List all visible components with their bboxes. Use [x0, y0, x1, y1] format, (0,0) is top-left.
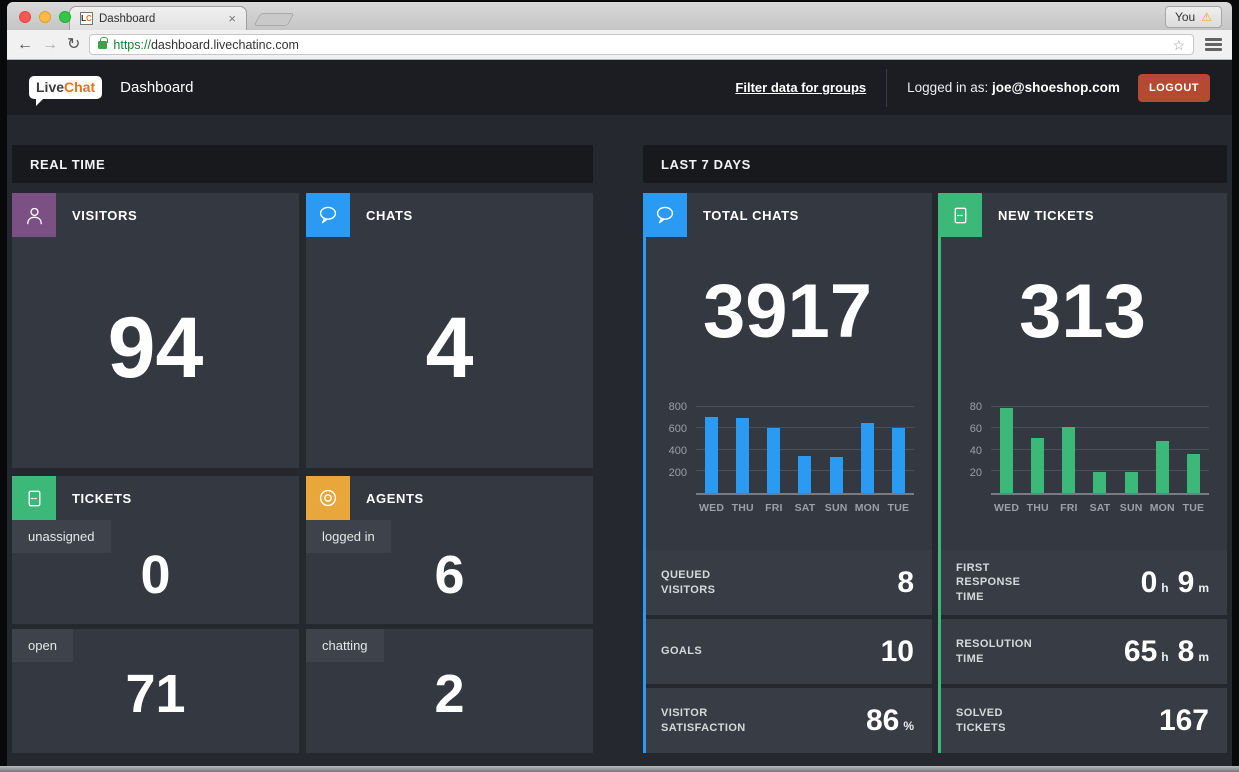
- agents-label: AGENTS: [366, 491, 424, 506]
- desktop: LC Dashboard × You ⚠ ← → ↻ https:// dash…: [0, 0, 1239, 772]
- chats-label: CHATS: [366, 208, 413, 223]
- first-response-time-row: FIRST RESPONSE TIME 0h9m: [938, 550, 1227, 615]
- new-tab-button[interactable]: [254, 13, 295, 26]
- browser-tab-dashboard[interactable]: LC Dashboard ×: [69, 6, 247, 30]
- new-tickets-label: NEW TICKETS: [998, 208, 1094, 223]
- url-host: dashboard.livechatinc.com: [151, 38, 299, 52]
- agents-loggedin-card: logged in 6: [306, 520, 593, 624]
- filter-groups-link[interactable]: Filter data for groups: [735, 80, 866, 95]
- header-divider: [886, 69, 887, 107]
- agents-tile: AGENTS logged in 6 chatting 2: [306, 476, 593, 753]
- agents-loggedin-count: 6: [306, 520, 593, 624]
- last7days-section: LAST 7 DAYS TOTAL CHATS 3917: [643, 145, 1227, 766]
- new-tickets-tile: NEW TICKETS 313 20406080 WEDTHUFRISATSUN…: [938, 193, 1227, 753]
- tickets-unassigned-card: unassigned 0: [12, 520, 299, 624]
- lifebuoy-icon: [306, 476, 350, 520]
- total-chats-accent: [643, 193, 646, 753]
- profile-label: You: [1175, 10, 1195, 24]
- total-chats-chart: 200400600800 WEDTHUFRISATSUNMONTUE: [643, 385, 932, 545]
- chat-bubble-icon: [643, 193, 687, 237]
- chats-tile: CHATS 4: [306, 193, 593, 468]
- livechat-logo: LiveChat: [29, 76, 102, 99]
- tickets-tile: TICKETS unassigned 0 open 71: [12, 476, 299, 753]
- close-window-button[interactable]: [19, 11, 31, 23]
- forward-button[interactable]: →: [42, 37, 58, 53]
- window-controls: [19, 11, 71, 23]
- browser-toolbar: ← → ↻ https:// dashboard.livechatinc.com…: [7, 30, 1232, 60]
- visitors-label: VISITORS: [72, 208, 137, 223]
- app-header: LiveChat Dashboard Filter data for group…: [7, 60, 1232, 115]
- new-tickets-chart: 20406080 WEDTHUFRISATSUNMONTUE: [938, 385, 1227, 545]
- livechat-favicon: LC: [80, 12, 93, 25]
- ssl-lock-icon: [98, 41, 107, 49]
- reload-button[interactable]: ↻: [67, 37, 80, 53]
- page-title: Dashboard: [120, 79, 193, 96]
- total-chats-count: 3917: [643, 237, 932, 385]
- tickets-unassigned-count: 0: [12, 520, 299, 624]
- ticket-icon: [938, 193, 982, 237]
- url-bar[interactable]: https:// dashboard.livechatinc.com ☆: [89, 34, 1194, 55]
- tab-close-icon[interactable]: ×: [204, 11, 236, 26]
- bookmark-star-icon[interactable]: ☆: [1172, 38, 1185, 52]
- livechat-app: LiveChat Dashboard Filter data for group…: [7, 60, 1232, 766]
- dashboard-content: REAL TIME VISITORS 94: [7, 115, 1232, 766]
- warning-icon: ⚠: [1201, 11, 1212, 23]
- tickets-label: TICKETS: [72, 491, 132, 506]
- tickets-open-count: 71: [12, 629, 299, 753]
- goals-row: GOALS 10: [643, 619, 932, 684]
- tab-title: Dashboard: [99, 13, 155, 25]
- logged-in-email: joe@shoeshop.com: [992, 80, 1120, 95]
- profile-button[interactable]: You ⚠: [1165, 6, 1222, 28]
- agents-chatting-card: chatting 2: [306, 629, 593, 753]
- queued-visitors-row: QUEUED VISITORS 8: [643, 550, 932, 615]
- solved-tickets-row: SOLVED TICKETS 167: [938, 688, 1227, 753]
- logged-in-text: Logged in as: joe@shoeshop.com: [907, 80, 1120, 95]
- new-tickets-count: 313: [938, 237, 1227, 385]
- chats-count: 4: [306, 237, 593, 468]
- browser-window: LC Dashboard × You ⚠ ← → ↻ https:// dash…: [7, 2, 1232, 766]
- total-chats-label: TOTAL CHATS: [703, 208, 799, 223]
- last7days-section-title: LAST 7 DAYS: [643, 145, 1227, 183]
- browser-menu-button[interactable]: [1205, 38, 1222, 51]
- realtime-section-title: REAL TIME: [12, 145, 593, 183]
- zoom-window-button[interactable]: [59, 11, 71, 23]
- person-icon: [12, 193, 56, 237]
- realtime-section: REAL TIME VISITORS 94: [12, 145, 593, 766]
- minimize-window-button[interactable]: [39, 11, 51, 23]
- visitors-tile: VISITORS 94: [12, 193, 299, 468]
- visitors-count: 94: [12, 237, 299, 468]
- logout-button[interactable]: LOGOUT: [1138, 74, 1210, 102]
- total-chats-tile: TOTAL CHATS 3917 200400600800 WEDTHUFRIS…: [643, 193, 932, 753]
- url-scheme: https://: [113, 38, 151, 52]
- visitor-satisfaction-row: VISITOR SATISFACTION 86%: [643, 688, 932, 753]
- tickets-open-card: open 71: [12, 629, 299, 753]
- new-tickets-accent: [938, 193, 941, 753]
- chat-bubble-icon: [306, 193, 350, 237]
- agents-chatting-count: 2: [306, 629, 593, 753]
- tab-bar: LC Dashboard × You ⚠: [7, 2, 1232, 30]
- back-button[interactable]: ←: [17, 37, 33, 53]
- ticket-icon: [12, 476, 56, 520]
- resolution-time-row: RESOLUTION TIME 65h8m: [938, 619, 1227, 684]
- desktop-strip: [0, 766, 1239, 772]
